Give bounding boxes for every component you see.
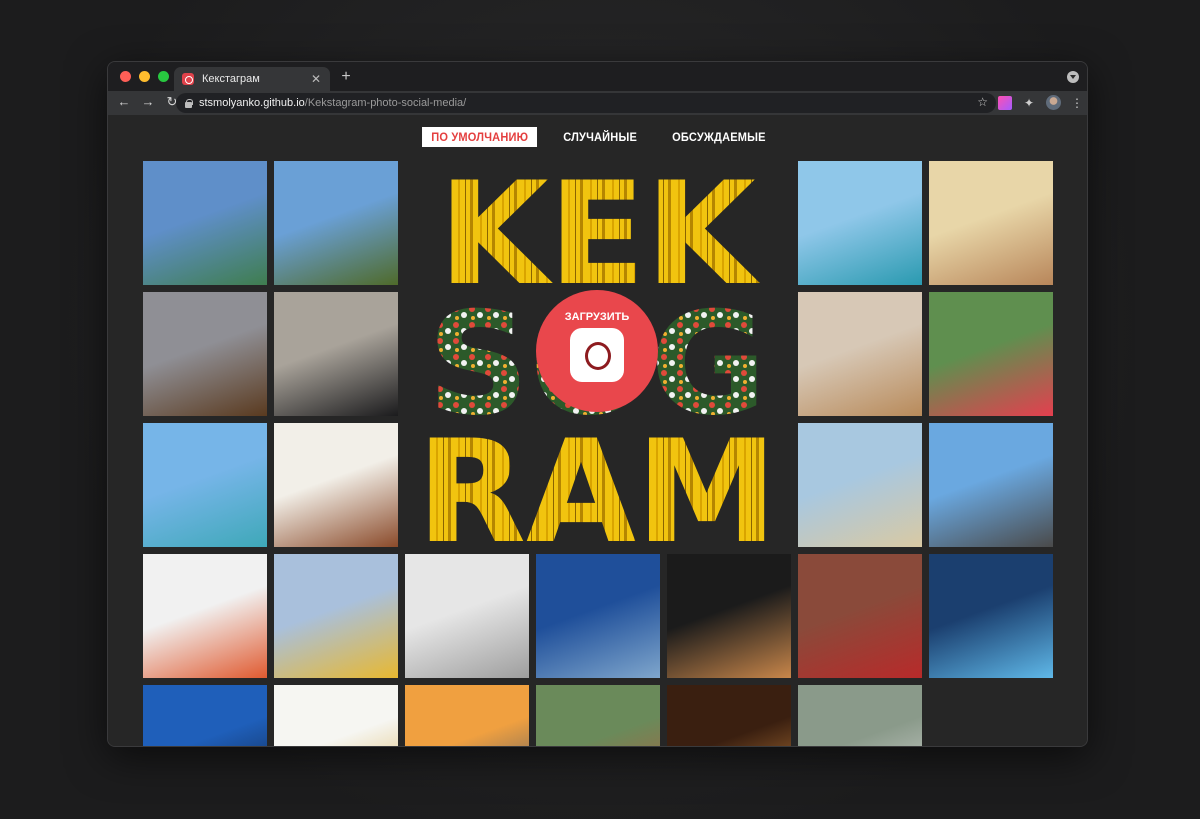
picture-black-supercar[interactable] [274, 292, 398, 416]
profile-avatar[interactable] [1046, 95, 1061, 110]
picture-coastal-resort[interactable] [143, 161, 267, 285]
maximize-window-button[interactable] [158, 71, 169, 82]
picture-strawberries-plate[interactable] [798, 292, 922, 416]
picture-seafood-plate[interactable] [143, 554, 267, 678]
lock-icon[interactable] [184, 98, 193, 108]
filter-discussed[interactable]: ОБСУЖДАЕМЫЕ [663, 127, 775, 147]
logo-line-3: RAM [417, 410, 778, 547]
picture-red-drink[interactable] [929, 292, 1053, 416]
picture-crab[interactable] [536, 685, 660, 746]
picture-robot-slippers[interactable] [405, 554, 529, 678]
browser-tab[interactable]: Кекстаграм ✕ [174, 67, 330, 91]
picture-jeep-road[interactable] [798, 685, 922, 746]
forward-arrow-icon[interactable]: → [138, 94, 158, 110]
bookmark-star-icon[interactable]: ☆ [977, 95, 988, 109]
picture-white-audi[interactable] [929, 423, 1053, 547]
new-tab-button[interactable]: + [338, 68, 354, 86]
picture-sunset-sea[interactable] [405, 685, 529, 746]
back-arrow-icon[interactable]: ← [114, 94, 134, 110]
extension-icon[interactable] [998, 95, 1012, 110]
url-path: /Kekstagram-photo-social-media/ [304, 97, 467, 109]
url-host: stsmolyanko.github.io [199, 97, 305, 109]
picture-plane-beach[interactable] [143, 423, 267, 547]
kekstagram-logo: KEK SOG RAM ЗАГРУЗИТЬ [404, 161, 790, 547]
favicon-icon [182, 73, 194, 85]
address-bar[interactable]: stsmolyanko.github.io /Kekstagram-photo-… [176, 93, 996, 113]
tab-close-icon[interactable]: ✕ [310, 72, 322, 86]
picture-red-lowrider[interactable] [798, 554, 922, 678]
picture-sushi-cat[interactable] [274, 554, 398, 678]
close-window-button[interactable] [120, 71, 131, 82]
picture-tropical-lagoon[interactable] [798, 161, 922, 285]
picture-dune-path[interactable] [798, 423, 922, 547]
tab-title: Кекстаграм [202, 73, 260, 85]
picture-noodle-bowl[interactable] [274, 685, 398, 746]
more-menu-icon[interactable]: ⋮ [1071, 96, 1083, 110]
puzzle-icon[interactable]: ✦ [1022, 96, 1036, 110]
browser-toolbar: ← → ↻ stsmolyanko.github.io /Kekstagram-… [108, 91, 1087, 115]
page-content: ПО УМОЛЧАНИЮ СЛУЧАЙНЫЕ ОБСУЖДАЕМЫЕ KEK R… [108, 115, 1087, 746]
upload-button[interactable]: ЗАГРУЗИТЬ [536, 290, 658, 412]
picture-choir-stage[interactable] [667, 554, 791, 678]
picture-beach-sign[interactable] [274, 161, 398, 285]
filter-default[interactable]: ПО УМОЛЧАНИЮ [421, 127, 538, 147]
filter-random[interactable]: СЛУЧАЙНЫЕ [554, 127, 646, 147]
window-controls [120, 71, 169, 82]
minimize-window-button[interactable] [139, 71, 150, 82]
tab-search-icon[interactable] [1067, 71, 1079, 83]
picture-snowman-soup[interactable] [143, 292, 267, 416]
picture-palm-trees[interactable] [143, 685, 267, 746]
picture-candle-hands[interactable] [667, 685, 791, 746]
picture-sky-from-plane[interactable] [536, 554, 660, 678]
camera-icon [570, 328, 624, 382]
picture-woman-beach-camera[interactable] [929, 161, 1053, 285]
tab-strip: Кекстаграм ✕ + [108, 62, 1087, 91]
upload-label: ЗАГРУЗИТЬ [564, 311, 630, 323]
picture-glowing-slippers[interactable] [929, 554, 1053, 678]
browser-window: Кекстаграм ✕ + ← → ↻ stsmolyanko.github.… [107, 61, 1088, 747]
filters-bar: ПО УМОЛЧАНИЮ СЛУЧАЙНЫЕ ОБСУЖДАЕМЫЕ [108, 127, 1087, 147]
picture-sandal-shelf[interactable] [274, 423, 398, 547]
